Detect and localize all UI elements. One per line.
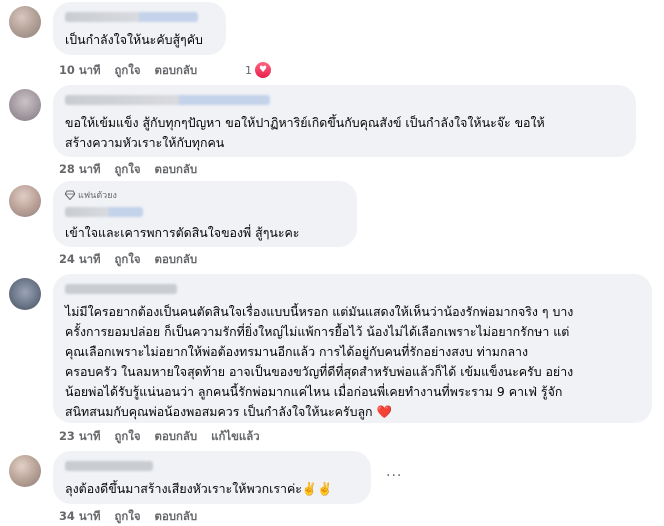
like-button[interactable]: ถูกใจ <box>115 161 141 179</box>
comment-text: เข้าใจและเคารพการตัดสินใจของพี่ สู้ๆนะคะ <box>65 225 300 240</box>
reply-button[interactable]: ตอบกลับ <box>155 62 198 80</box>
diamond-icon <box>65 190 75 200</box>
comment-actions: 34 นาที ถูกใจ ตอบกลับ <box>59 508 211 526</box>
reply-button[interactable]: ตอบกลับ <box>155 161 198 179</box>
reaction-summary[interactable]: 1 ♥ <box>245 62 271 78</box>
comment-time[interactable]: 23 นาที <box>59 428 101 446</box>
like-button[interactable]: ถูกใจ <box>115 428 141 446</box>
reply-button[interactable]: ตอบกลับ <box>155 428 198 446</box>
comment-text: ไม่มีใครอยากต้องเป็นคนตัดสินใจเรื่องแบบน… <box>65 304 574 419</box>
comment-actions: 23 นาที ถูกใจ ตอบกลับ แก้ไขแล้ว <box>59 428 274 446</box>
top-fan-badge: แฟนตัวยง <box>65 188 345 202</box>
comment-time[interactable]: 34 นาที <box>59 508 101 526</box>
comment-bubble: ขอให้เข้มแข็ง สู้กับทุกๆปัญหา ขอให้ปาฏิห… <box>53 85 636 157</box>
comment-time[interactable]: 28 นาที <box>59 161 101 179</box>
comment-actions: 28 นาที ถูกใจ ตอบกลับ <box>59 161 211 179</box>
comment-bubble: ลุงต้องดีขึ้นมาสร้างเสียงหัวเราะให้พวกเร… <box>53 451 371 504</box>
comment-bubble: แฟนตัวยง เข้าใจและเคารพการตัดสินใจของพี่… <box>53 181 357 247</box>
avatar[interactable] <box>9 278 41 310</box>
like-button[interactable]: ถูกใจ <box>115 62 141 80</box>
comment-actions: 24 นาที ถูกใจ ตอบกลับ <box>59 251 211 269</box>
love-reaction-icon: ♥ <box>255 62 271 78</box>
reply-button[interactable]: ตอบกลับ <box>155 251 198 269</box>
like-button[interactable]: ถูกใจ <box>115 251 141 269</box>
more-options-icon[interactable]: ··· <box>386 468 402 484</box>
comment-text: ขอให้เข้มแข็ง สู้กับทุกๆปัญหา ขอให้ปาฏิห… <box>65 115 545 150</box>
author-name-redacted[interactable] <box>65 12 198 22</box>
avatar[interactable] <box>9 6 41 38</box>
like-button[interactable]: ถูกใจ <box>115 508 141 526</box>
author-name-redacted[interactable] <box>65 461 153 471</box>
comment-actions: 10 นาที ถูกใจ ตอบกลับ <box>59 62 211 80</box>
comment-time[interactable]: 24 นาที <box>59 251 101 269</box>
badge-label: แฟนตัวยง <box>78 191 117 201</box>
reply-button[interactable]: ตอบกลับ <box>155 508 198 526</box>
reaction-count: 1 <box>245 63 252 77</box>
edited-label: แก้ไขแล้ว <box>211 429 260 443</box>
author-name-redacted[interactable] <box>65 95 270 105</box>
author-name-redacted[interactable] <box>65 284 177 294</box>
comment-bubble: เป็นกำลังใจให้นะคับสู้ๆคับ <box>53 2 226 55</box>
comment-bubble: ไม่มีใครอยากต้องเป็นคนตัดสินใจเรื่องแบบน… <box>53 274 652 423</box>
avatar[interactable] <box>9 89 41 121</box>
comment-text: เป็นกำลังใจให้นะคับสู้ๆคับ <box>65 32 203 47</box>
comment-time[interactable]: 10 นาที <box>59 62 101 80</box>
comment-text: ลุงต้องดีขึ้นมาสร้างเสียงหัวเราะให้พวกเร… <box>65 481 333 496</box>
author-name-redacted[interactable] <box>65 207 143 217</box>
avatar[interactable] <box>9 185 41 217</box>
avatar[interactable] <box>9 455 41 487</box>
